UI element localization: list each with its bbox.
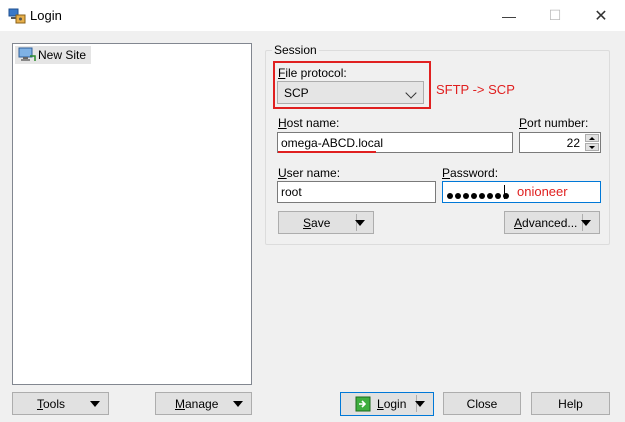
login-button[interactable]: Login: [340, 392, 434, 416]
session-group-title: Session: [272, 43, 319, 57]
login-icon: [355, 396, 371, 412]
password-input[interactable]: onioneer: [442, 181, 601, 203]
minimize-button[interactable]: —: [486, 0, 532, 31]
dropdown-arrow-icon: [415, 401, 425, 407]
dropdown-arrow-icon: [233, 401, 243, 407]
close-button[interactable]: Close: [443, 392, 521, 415]
annotation-box: [273, 61, 431, 109]
tools-button[interactable]: Tools: [12, 392, 109, 415]
user-name-value: root: [281, 185, 302, 199]
user-name-label: User name:: [278, 166, 341, 180]
text-cursor: [504, 185, 505, 199]
manage-button[interactable]: Manage: [155, 392, 252, 415]
advanced-button-label: Advanced...: [514, 215, 578, 230]
manage-button-label: Manage: [175, 396, 219, 411]
password-dot: [447, 193, 453, 199]
close-window-button[interactable]: ✕: [578, 0, 624, 31]
site-tree[interactable]: New Site: [12, 43, 252, 385]
tree-item-label: New Site: [38, 48, 87, 62]
port-number-label: Port number:: [519, 116, 589, 130]
password-mask: [447, 188, 511, 202]
password-dot: [471, 193, 477, 199]
user-name-input[interactable]: root: [277, 181, 436, 203]
password-dot: [479, 193, 485, 199]
annotation-underline: [278, 151, 376, 153]
dropdown-arrow-icon: [355, 220, 365, 226]
host-name-value: omega-ABCD.local: [281, 135, 384, 150]
password-dot: [463, 193, 469, 199]
maximize-button[interactable]: ☐: [532, 0, 578, 31]
password-dot: [487, 193, 493, 199]
port-decrement-button[interactable]: [585, 143, 599, 151]
dropdown-arrow-icon: [581, 220, 591, 226]
tools-button-label: Tools: [37, 396, 66, 411]
login-button-label: Login: [377, 397, 407, 411]
dropdown-arrow-icon: [90, 401, 100, 407]
arrow-down-icon: [589, 145, 595, 149]
port-number-input[interactable]: 22: [519, 132, 601, 153]
annotation-protocol-note: SFTP -> SCP: [436, 82, 515, 97]
help-button[interactable]: Help: [531, 392, 610, 415]
save-button[interactable]: Save: [278, 211, 374, 234]
port-number-value: 22: [566, 136, 580, 150]
app-icon: [8, 8, 26, 24]
save-button-label: Save: [303, 215, 331, 230]
port-increment-button[interactable]: [585, 134, 599, 142]
password-dot: [495, 193, 501, 199]
tree-item-new-site[interactable]: New Site: [15, 46, 92, 64]
window-title: Login: [30, 8, 62, 23]
host-name-label: Host name:: [278, 116, 340, 130]
password-dot: [455, 193, 461, 199]
arrow-up-icon: [589, 136, 595, 140]
host-name-input[interactable]: omega-ABCD.local: [277, 132, 513, 153]
computer-icon: [18, 47, 36, 61]
password-label: Password:: [442, 166, 499, 180]
advanced-button[interactable]: Advanced...: [504, 211, 600, 234]
annotation-password-note: onioneer: [517, 184, 568, 199]
